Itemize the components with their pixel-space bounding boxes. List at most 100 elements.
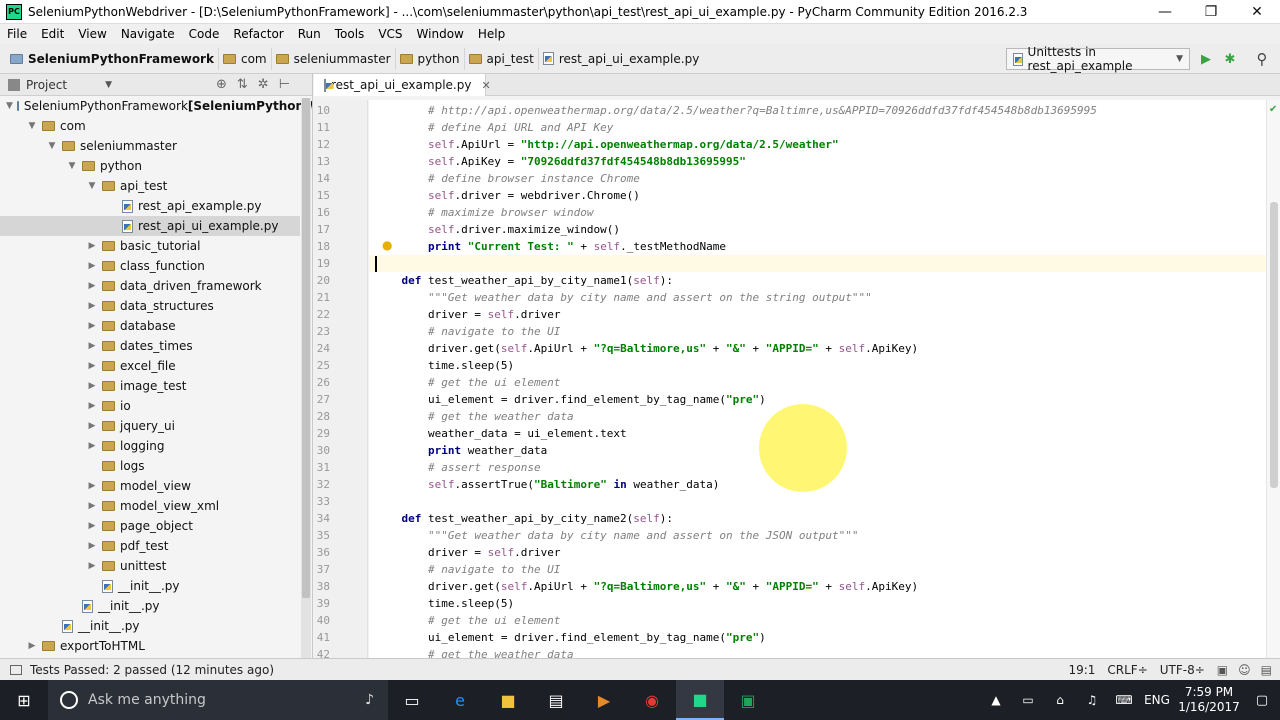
expand-toggle-icon[interactable]: ▶ — [86, 401, 98, 411]
code-line[interactable]: """Get weather data by city name and ass… — [375, 527, 1266, 544]
code-line[interactable]: # define Api URL and API Key — [375, 119, 1266, 136]
menu-code[interactable]: Code — [182, 27, 227, 41]
tree-item[interactable]: ▶ page_object — [0, 516, 300, 536]
tree-item[interactable]: ▼ com — [0, 116, 300, 136]
code-line[interactable]: ui_element = driver.find_element_by_tag_… — [375, 391, 1266, 408]
code-line[interactable]: # maximize browser window — [375, 204, 1266, 221]
tree-item[interactable]: ▶ excel_file — [0, 356, 300, 376]
code-line[interactable]: time.sleep(5) — [375, 595, 1266, 612]
code-line[interactable]: # assert response — [375, 459, 1266, 476]
tree-item[interactable]: ▶ data_structures — [0, 296, 300, 316]
hide-icon[interactable]: ⊢ — [279, 77, 290, 92]
battery-icon[interactable]: ▭ — [1012, 680, 1044, 720]
event-log-icon[interactable]: ▤ — [1261, 663, 1272, 677]
code-line[interactable]: # define browser instance Chrome — [375, 170, 1266, 187]
chevron-down-icon[interactable]: ▼ — [105, 80, 112, 90]
expand-toggle-icon[interactable]: ▶ — [86, 541, 98, 551]
expand-toggle-icon[interactable]: ▶ — [86, 561, 98, 571]
cursor-position[interactable]: 19:1 — [1068, 663, 1095, 677]
line-separator[interactable]: CRLF÷ — [1107, 663, 1147, 677]
file-encoding[interactable]: UTF-8÷ — [1160, 663, 1205, 677]
code-line[interactable]: # get the ui element — [375, 612, 1266, 629]
code-line[interactable]: def test_weather_api_by_city_name1(self)… — [375, 272, 1266, 289]
tree-item[interactable]: __init__.py — [0, 596, 300, 616]
breadcrumb-project[interactable]: SeleniumPythonFramework — [6, 47, 219, 70]
menu-window[interactable]: Window — [410, 27, 471, 41]
code-line[interactable]: print weather_data — [375, 442, 1266, 459]
search-everywhere-icon[interactable]: ⚲ — [1254, 50, 1270, 68]
status-message[interactable]: Tests Passed: 2 passed (12 minutes ago) — [30, 663, 274, 677]
tree-item[interactable]: ▶ image_test — [0, 376, 300, 396]
debug-button[interactable]: ✱ — [1222, 51, 1238, 67]
breadcrumb-api-test[interactable]: api_test — [465, 47, 539, 70]
expand-toggle-icon[interactable]: ▶ — [26, 641, 38, 651]
scrollbar-thumb[interactable] — [1270, 202, 1278, 488]
expand-toggle-icon[interactable]: ▼ — [66, 161, 78, 171]
tree-item[interactable]: ▶ class_function — [0, 256, 300, 276]
edge-icon[interactable]: e — [436, 680, 484, 720]
code-line[interactable]: time.sleep(5) — [375, 357, 1266, 374]
volume-icon[interactable]: ♫ — [1076, 680, 1108, 720]
scrollbar[interactable] — [301, 98, 311, 658]
code-line[interactable]: self.assertTrue("Baltimore" in weather_d… — [375, 476, 1266, 493]
expand-toggle-icon[interactable]: ▶ — [86, 381, 98, 391]
media-player-icon[interactable]: ▶ — [580, 680, 628, 720]
menu-file[interactable]: File — [0, 27, 34, 41]
maximize-button[interactable]: ❐ — [1188, 0, 1234, 24]
expand-toggle-icon[interactable]: ▶ — [86, 261, 98, 271]
tree-item[interactable]: ▶ io — [0, 396, 300, 416]
tree-item[interactable]: ▼ python — [0, 156, 300, 176]
code-line[interactable]: self.driver.maximize_window() — [375, 221, 1266, 238]
run-button[interactable]: ▶ — [1198, 51, 1214, 67]
expand-toggle-icon[interactable]: ▶ — [86, 441, 98, 451]
tree-item[interactable]: ▶ database — [0, 316, 300, 336]
chevron-up-icon[interactable]: ▲ — [980, 680, 1012, 720]
code-line[interactable]: ui_element = driver.find_element_by_tag_… — [375, 629, 1266, 646]
tree-item[interactable]: rest_api_ui_example.py — [0, 216, 300, 236]
tree-item[interactable]: ▶ exportToHTML — [0, 636, 300, 656]
tree-item[interactable]: ▼ SeleniumPythonFramework [SeleniumPython… — [0, 96, 312, 116]
tree-item[interactable]: ▼ api_test — [0, 176, 300, 196]
store-icon[interactable]: ▤ — [532, 680, 580, 720]
code-line[interactable]: """Get weather data by city name and ass… — [375, 289, 1266, 306]
code-line[interactable]: # navigate to the UI — [375, 561, 1266, 578]
code-line[interactable]: driver = self.driver — [375, 306, 1266, 323]
pycharm-taskbar-icon[interactable]: ■ — [676, 680, 724, 720]
expand-toggle-icon[interactable]: ▶ — [86, 281, 98, 291]
menu-vcs[interactable]: VCS — [371, 27, 409, 41]
code-line[interactable]: # get the weather data — [375, 646, 1266, 658]
menu-tools[interactable]: Tools — [328, 27, 372, 41]
tree-item[interactable]: ▼ seleniummaster — [0, 136, 300, 156]
close-tab-icon[interactable]: ✕ — [481, 79, 490, 92]
chrome-icon[interactable]: ◉ — [628, 680, 676, 720]
code-line[interactable]: driver = self.driver — [375, 544, 1266, 561]
code-line[interactable]: driver.get(self.ApiUrl + "?q=Baltimore,u… — [375, 578, 1266, 595]
task-view-icon[interactable]: ▭ — [388, 680, 436, 720]
tree-item[interactable]: ▶ pdf_test — [0, 536, 300, 556]
tree-item[interactable]: ▶ dates_times — [0, 336, 300, 356]
tree-item[interactable]: ▶ model_view_xml — [0, 496, 300, 516]
expand-toggle-icon[interactable]: ▶ — [86, 481, 98, 491]
expand-toggle-icon[interactable]: ▶ — [86, 501, 98, 511]
tree-item[interactable]: ▶ jquery_ui — [0, 416, 300, 436]
scrollbar-thumb[interactable] — [302, 98, 310, 598]
lightbulb-icon[interactable]: ● — [382, 238, 394, 252]
tree-item[interactable]: ▶ data_driven_framework — [0, 276, 300, 296]
tree-item[interactable]: __init__.py — [0, 576, 300, 596]
code-line[interactable]: # get the ui element — [375, 374, 1266, 391]
menu-help[interactable]: Help — [471, 27, 512, 41]
code-line[interactable]: self.driver = webdriver.Chrome() — [375, 187, 1266, 204]
microphone-icon[interactable]: ♪ — [365, 692, 374, 708]
menu-navigate[interactable]: Navigate — [114, 27, 182, 41]
panel-toggle-icon[interactable] — [10, 664, 22, 675]
file-explorer-icon[interactable]: ■ — [484, 680, 532, 720]
expand-toggle-icon[interactable]: ▶ — [86, 321, 98, 331]
expand-toggle-icon[interactable]: ▼ — [86, 181, 98, 191]
code-line[interactable]: def test_weather_api_by_city_name2(self)… — [375, 510, 1266, 527]
windows-start-icon[interactable]: ⊞ — [0, 680, 48, 720]
tree-item[interactable]: ▶ logging — [0, 436, 300, 456]
code-line[interactable]: self.ApiKey = "70926ddfd37fdf454548b8db1… — [375, 153, 1266, 170]
menu-edit[interactable]: Edit — [34, 27, 71, 41]
gear-icon[interactable]: ✲ — [258, 77, 269, 92]
breadcrumb-seleniummaster[interactable]: seleniummaster — [272, 47, 396, 70]
